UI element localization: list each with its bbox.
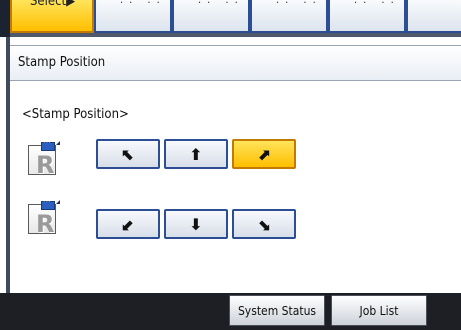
- arrow-up-left-icon: ⬉: [121, 144, 135, 164]
- tab-4-label: ·· ··: [354, 0, 400, 9]
- panel-title-bar: Stamp Position: [10, 45, 461, 81]
- arrow-up-icon: ⬆: [189, 144, 203, 164]
- panel-title: Stamp Position: [18, 55, 106, 70]
- arrow-down-right-icon: ⬊: [257, 214, 271, 234]
- position-top-right-button[interactable]: ⬈: [232, 139, 296, 169]
- stamp-position-panel: Stamp Position <Stamp Position> R R ⬉ ⬆ …: [6, 37, 461, 293]
- tab-2[interactable]: ·· ··: [172, 0, 250, 33]
- page-letter: R: [36, 151, 55, 179]
- top-tab-bar: Select▶ ·· ·· ·· ·· ·· ·· ·· ··: [0, 0, 461, 37]
- page-bottom-stamp-icon: R: [24, 197, 60, 238]
- bottom-status-bar: System Status Job List: [0, 293, 461, 330]
- arrow-up-right-icon: ⬈: [257, 144, 271, 164]
- system-status-button[interactable]: System Status: [229, 295, 325, 326]
- stamp-mark: [41, 197, 55, 210]
- position-bottom-right-button[interactable]: ⬊: [232, 209, 296, 239]
- select-tab-label: Select▶: [30, 0, 76, 9]
- tab-1-label: ·· ··: [120, 0, 166, 9]
- arrow-down-icon: ⬇: [189, 214, 203, 234]
- page-top-stamp-icon: R: [24, 138, 60, 179]
- section-label: <Stamp Position>: [22, 107, 129, 122]
- tab-3[interactable]: ·· ··: [250, 0, 328, 33]
- corner-mark: [56, 200, 60, 204]
- tab-2-label: ·· ··: [198, 0, 244, 9]
- tab-3-label: ·· ··: [276, 0, 322, 9]
- position-top-left-button[interactable]: ⬉: [96, 139, 160, 169]
- tab-4[interactable]: ·· ··: [328, 0, 406, 33]
- top-left-strip: [0, 0, 10, 37]
- stamp-mark: [41, 138, 55, 151]
- tab-5[interactable]: [406, 0, 461, 33]
- tab-1[interactable]: ·· ··: [94, 0, 172, 33]
- select-tab[interactable]: Select▶: [10, 0, 94, 33]
- corner-mark: [56, 141, 60, 145]
- system-status-label: System Status: [237, 303, 317, 318]
- position-bottom-left-button[interactable]: ⬋: [96, 209, 160, 239]
- page-letter: R: [36, 210, 55, 238]
- job-list-button[interactable]: Job List: [331, 295, 427, 326]
- job-list-label: Job List: [359, 303, 399, 318]
- position-top-center-button[interactable]: ⬆: [164, 139, 228, 169]
- position-bottom-center-button[interactable]: ⬇: [164, 209, 228, 239]
- arrow-down-left-icon: ⬋: [121, 214, 135, 234]
